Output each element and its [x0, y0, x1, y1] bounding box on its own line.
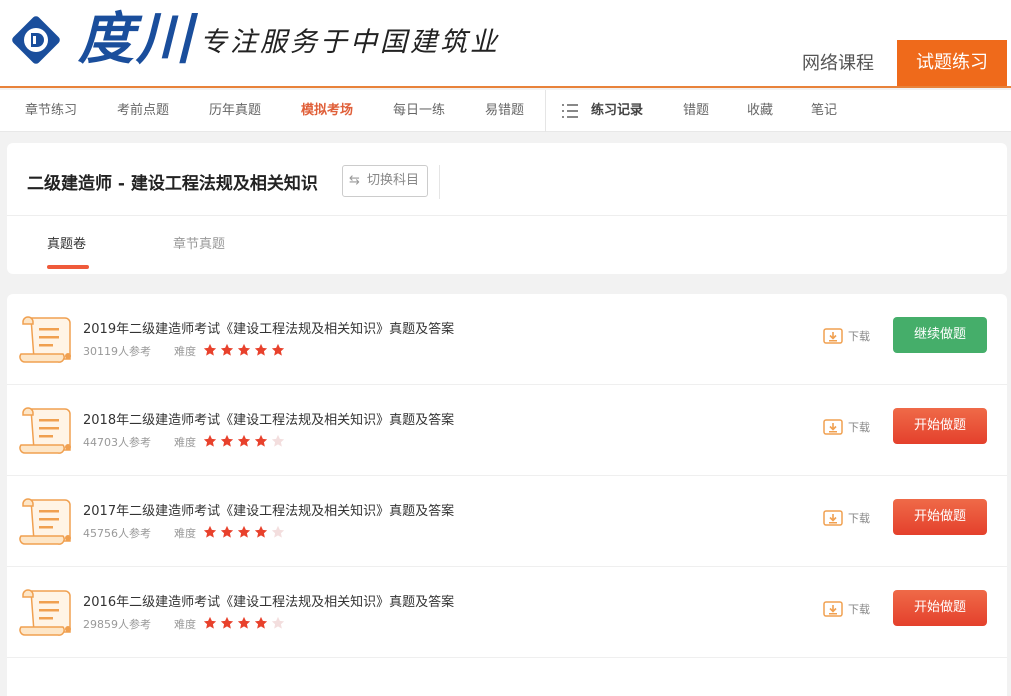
paper-row[interactable]: 2018年二级建造师考试《建设工程法规及相关知识》真题及答案 44703人参考 …	[7, 385, 1007, 476]
star-filled-icon	[237, 525, 251, 538]
nav-error-prone[interactable]: 易错题	[485, 90, 524, 132]
start-practice-button[interactable]: 开始做题	[893, 590, 987, 626]
subject-title: 二级建造师 - 建设工程法规及相关知识	[27, 174, 318, 194]
download-icon	[823, 328, 843, 344]
nav-daily-practice[interactable]: 每日一练	[393, 90, 445, 132]
download-button[interactable]: 下载	[823, 601, 870, 619]
star-empty-icon	[271, 525, 285, 538]
participant-count: 44703人参考	[83, 436, 151, 449]
star-filled-icon	[254, 343, 268, 356]
nav-notes[interactable]: 笔记	[811, 90, 837, 132]
active-tab-indicator	[47, 265, 89, 269]
difficulty-label: 难度	[174, 345, 196, 358]
switch-subject-button[interactable]: ⇆ 切换科目	[342, 165, 428, 197]
star-filled-icon	[254, 616, 268, 629]
star-filled-icon	[254, 434, 268, 447]
nav-wrong-questions[interactable]: 错题	[683, 90, 709, 132]
star-filled-icon	[271, 343, 285, 356]
paper-title[interactable]: 2018年二级建造师考试《建设工程法规及相关知识》真题及答案	[83, 409, 454, 428]
paper-scroll-icon	[19, 498, 71, 545]
difficulty-label: 难度	[174, 436, 196, 449]
difficulty-stars	[203, 615, 288, 629]
paper-title[interactable]: 2019年二级建造师考试《建设工程法规及相关知识》真题及答案	[83, 318, 454, 337]
paper-scroll-icon	[19, 589, 71, 636]
logo-icon[interactable]	[10, 14, 62, 66]
star-filled-icon	[220, 434, 234, 447]
star-filled-icon	[237, 343, 251, 356]
switch-subject-label: 切换科目	[367, 173, 420, 188]
participant-count: 29859人参考	[83, 618, 151, 631]
paper-scroll-icon	[19, 316, 71, 363]
download-icon	[823, 601, 843, 617]
download-label: 下载	[848, 330, 870, 343]
paper-list: 2019年二级建造师考试《建设工程法规及相关知识》真题及答案 30119人参考 …	[7, 294, 1007, 696]
list-icon	[562, 104, 578, 118]
download-button[interactable]: 下载	[823, 419, 870, 437]
difficulty-label: 难度	[174, 618, 196, 631]
tab-chapter-real-questions[interactable]: 章节真题	[173, 233, 225, 252]
nav-divider	[545, 90, 546, 132]
paper-row[interactable]: 2017年二级建造师考试《建设工程法规及相关知识》真题及答案 45756人参考 …	[7, 476, 1007, 567]
switch-icon: ⇆	[349, 173, 360, 188]
star-filled-icon	[254, 525, 268, 538]
nav-chapter-practice[interactable]: 章节练习	[25, 90, 77, 132]
star-filled-icon	[220, 525, 234, 538]
star-filled-icon	[220, 616, 234, 629]
site-header: 度川 专注服务于中国建筑业 网络课程 试题练习	[0, 0, 1011, 88]
difficulty-stars	[203, 524, 288, 538]
panel-divider	[439, 165, 440, 199]
star-filled-icon	[203, 434, 217, 447]
panel-separator	[7, 215, 1007, 216]
download-label: 下载	[848, 603, 870, 616]
star-filled-icon	[220, 343, 234, 356]
star-filled-icon	[203, 616, 217, 629]
nav-mock-exam[interactable]: 模拟考场	[301, 90, 353, 132]
star-empty-icon	[271, 434, 285, 447]
star-filled-icon	[203, 525, 217, 538]
download-icon	[823, 510, 843, 526]
start-practice-button[interactable]: 开始做题	[893, 408, 987, 444]
star-filled-icon	[237, 434, 251, 447]
paper-scroll-icon	[19, 407, 71, 454]
start-practice-button[interactable]: 开始做题	[893, 499, 987, 535]
paper-row[interactable]: 2019年二级建造师考试《建设工程法规及相关知识》真题及答案 30119人参考 …	[7, 294, 1007, 385]
participant-count: 30119人参考	[83, 345, 151, 358]
difficulty-stars	[203, 342, 288, 356]
star-filled-icon	[237, 616, 251, 629]
download-label: 下载	[848, 421, 870, 434]
nav-past-papers[interactable]: 历年真题	[209, 90, 261, 132]
continue-practice-button[interactable]: 继续做题	[893, 317, 987, 353]
nav-favorites[interactable]: 收藏	[747, 90, 773, 132]
download-button[interactable]: 下载	[823, 510, 870, 528]
download-button[interactable]: 下载	[823, 328, 870, 346]
sub-nav: 章节练习 考前点题 历年真题 模拟考场 每日一练 易错题 练习记录 错题 收藏 …	[0, 90, 1011, 132]
tab-real-papers[interactable]: 真题卷	[47, 233, 86, 252]
paper-title[interactable]: 2017年二级建造师考试《建设工程法规及相关知识》真题及答案	[83, 500, 454, 519]
download-icon	[823, 419, 843, 435]
logo-wordmark[interactable]: 度川	[78, 4, 194, 74]
star-empty-icon	[271, 616, 285, 629]
site-slogan: 专注服务于中国建筑业	[200, 27, 500, 58]
nav-exam-points[interactable]: 考前点题	[117, 90, 169, 132]
subject-panel: 二级建造师 - 建设工程法规及相关知识 ⇆ 切换科目 真题卷 章节真题	[7, 143, 1007, 274]
nav-online-courses[interactable]: 网络课程	[790, 44, 886, 84]
difficulty-label: 难度	[174, 527, 196, 540]
paper-title[interactable]: 2016年二级建造师考试《建设工程法规及相关知识》真题及答案	[83, 591, 454, 610]
download-label: 下载	[848, 512, 870, 525]
difficulty-stars	[203, 433, 288, 447]
participant-count: 45756人参考	[83, 527, 151, 540]
nav-practice-record[interactable]: 练习记录	[591, 90, 643, 132]
paper-row[interactable]: 2016年二级建造师考试《建设工程法规及相关知识》真题及答案 29859人参考 …	[7, 567, 1007, 658]
star-filled-icon	[203, 343, 217, 356]
nav-practice-tests[interactable]: 试题练习	[897, 40, 1007, 86]
